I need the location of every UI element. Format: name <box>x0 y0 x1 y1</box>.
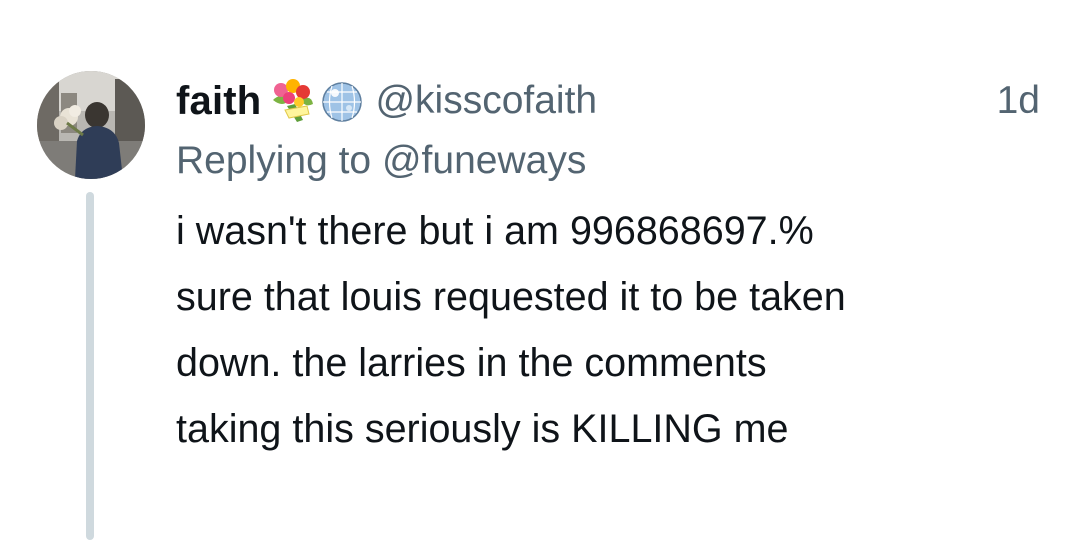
user-handle[interactable]: @kisscofaith <box>375 79 597 123</box>
mirror-ball-emoji <box>322 82 363 122</box>
name-emojis <box>267 78 365 124</box>
tweet-content: faith @kisscofaith 1d Replying to @funew… <box>176 72 1046 462</box>
thread-line <box>86 192 94 540</box>
avatar[interactable] <box>37 71 145 179</box>
tweet-header: faith @kisscofaith 1d <box>176 72 1046 130</box>
replying-to-handle[interactable]: @funeways <box>382 139 586 182</box>
replying-prefix: Replying to <box>176 139 372 182</box>
avatar-photo <box>37 71 145 179</box>
tweet-text: i wasn't there but i am 996868697.% sure… <box>176 198 1056 462</box>
tweet-text-line: down. the larries in the comments <box>176 341 767 385</box>
replying-to: Replying to @funeways <box>176 136 1046 186</box>
tweet-text-line: i wasn't there but i am 996868697.% <box>176 209 814 253</box>
tweet-text-line: taking this seriously is KILLING me <box>176 407 789 451</box>
bouquet-emoji <box>273 79 314 122</box>
tweet-text-line: sure that louis requested it to be taken <box>176 275 846 319</box>
display-name[interactable]: faith <box>176 79 261 124</box>
timestamp[interactable]: 1d <box>997 79 1040 123</box>
tweet-card[interactable]: faith @kisscofaith 1d Replying to @funew… <box>0 0 1080 540</box>
